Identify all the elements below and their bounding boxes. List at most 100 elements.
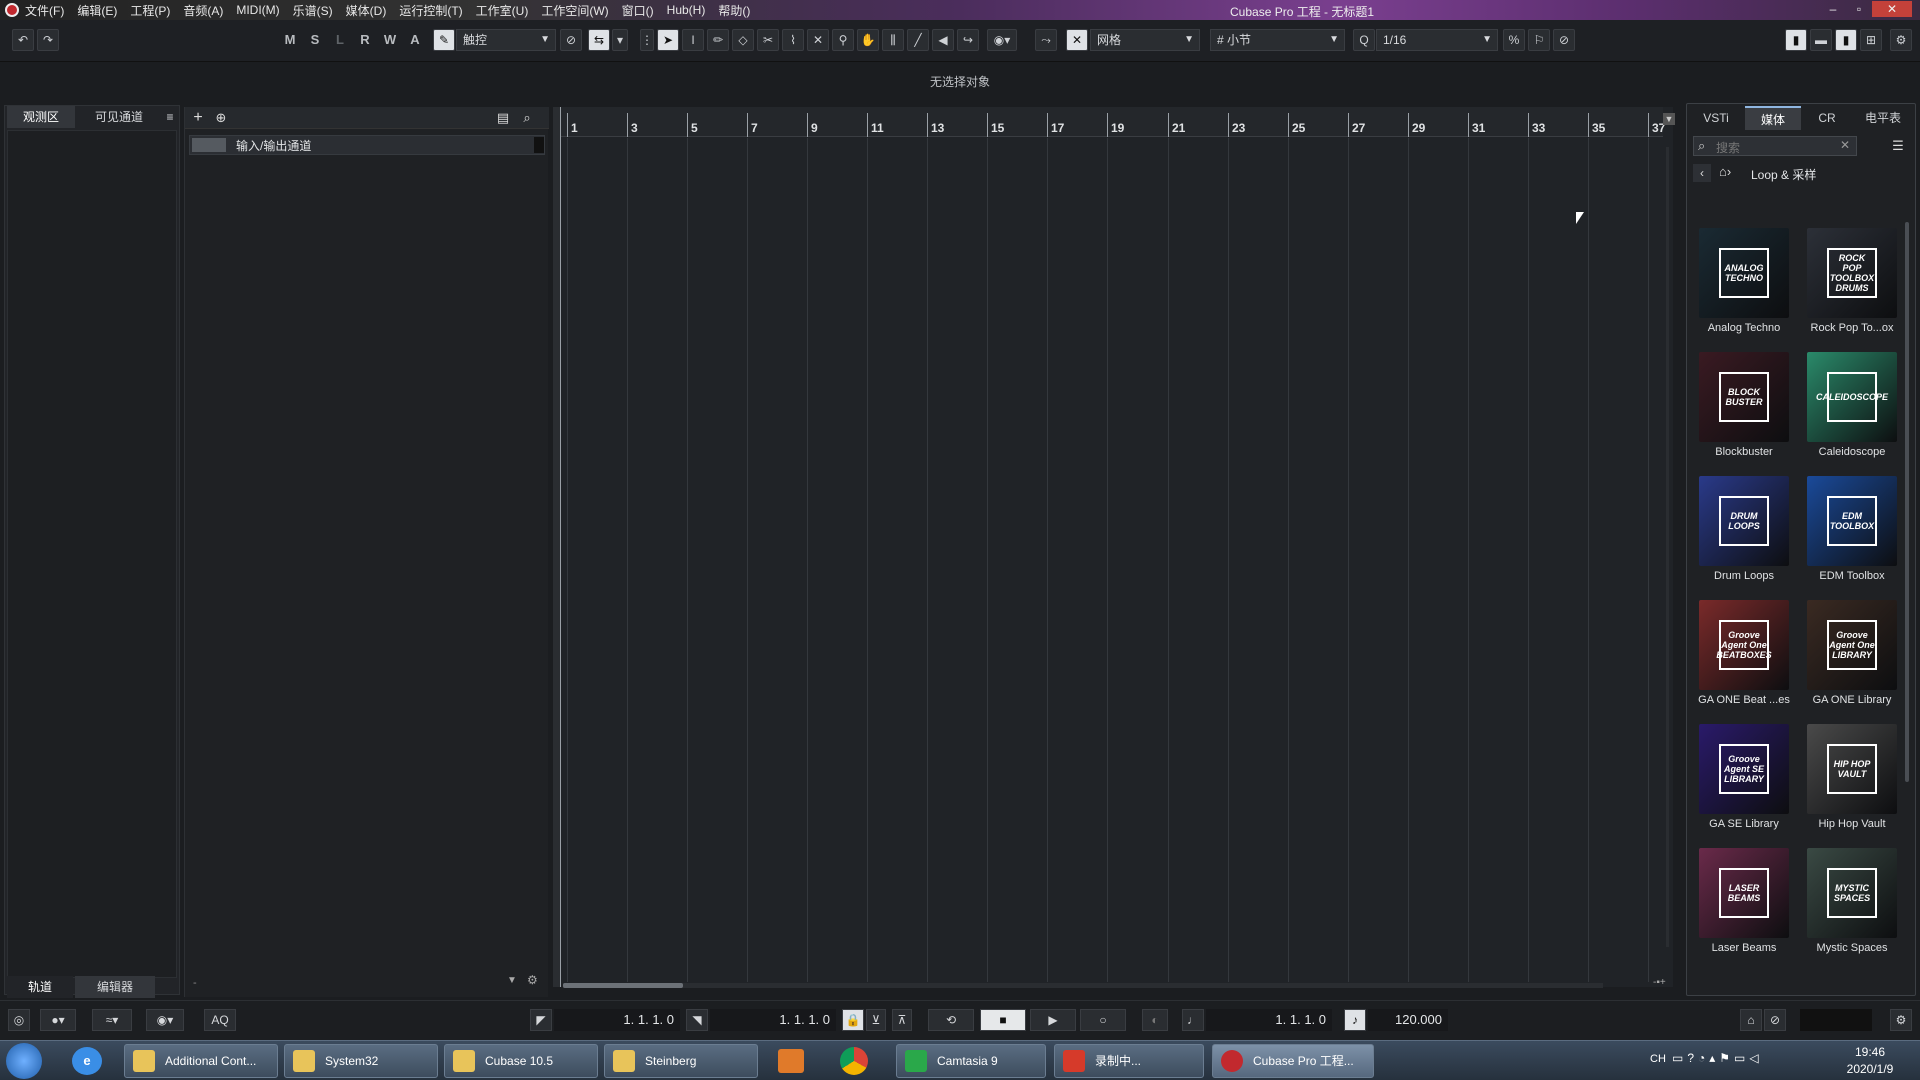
left-zone-toggle-icon[interactable]: ▮ [1785,29,1807,51]
taskbar-item-active[interactable]: Cubase Pro 工程... [1212,1044,1374,1078]
aq-button[interactable]: AQ [204,1009,236,1031]
menu-workspaces[interactable]: 工作空间(W) [541,2,608,19]
zoom-tool-icon[interactable]: ⚲ [832,29,854,51]
marker-icon[interactable]: ⚐ [1528,29,1550,51]
line-tool-icon[interactable]: ╱ [907,29,929,51]
shuffle-mode-icon[interactable]: ⤳ [1035,29,1057,51]
menu-transport[interactable]: 运行控制(T) [399,2,462,19]
tab-vsti[interactable]: VSTi [1691,106,1741,130]
position-field[interactable]: 1. 1. 1. 0 [1206,1009,1332,1031]
gear-icon[interactable]: ⚙ [527,973,538,987]
media-tile[interactable]: Groove Agent One BEATBOXES [1699,600,1789,690]
metronome-icon[interactable]: ⌂ [1740,1009,1762,1031]
sync-icon[interactable]: ⊘ [1553,29,1575,51]
tab-editor[interactable]: 编辑器 [75,976,155,998]
punch-in-icon[interactable]: ⊻ [866,1009,886,1031]
draw-tool-icon[interactable]: ✏ [707,29,729,51]
automation-mode-icon[interactable]: ✎ [433,29,455,51]
taskbar-item[interactable]: System32 [284,1044,438,1078]
automation-toggle[interactable]: A [404,29,426,51]
taskbar-item[interactable]: Cubase 10.5 [444,1044,598,1078]
internet-explorer-icon[interactable]: e [72,1047,102,1075]
left-locator-field[interactable]: 1. 1. 1. 0 [554,1009,680,1031]
media-tile[interactable]: Groove Agent SE LIBRARY [1699,724,1789,814]
media-tile[interactable]: MYSTIC SPACES [1807,848,1897,938]
menu-hub[interactable]: Hub(H) [667,3,706,17]
solo-toggle[interactable]: S [304,29,326,51]
list-view-icon[interactable]: ☰ [1887,136,1909,156]
project-cursor[interactable] [553,107,561,987]
media-tile[interactable]: ROCK POP TOOLBOX DRUMS [1807,228,1897,318]
clear-search-icon[interactable]: ✕ [1840,138,1850,152]
track-list-view-icon[interactable]: ▤ [493,109,513,127]
monitor-icon[interactable]: ◐ [1142,1009,1168,1031]
punch-out-icon[interactable]: ⊼ [892,1009,912,1031]
menu-help[interactable]: 帮助() [718,2,750,19]
grid-type-select[interactable]: # 小节 ▼ [1210,29,1345,51]
iterative-quantize-icon[interactable]: % [1503,29,1525,51]
punch-icon[interactable]: ◉▾ [146,1009,184,1031]
add-track-from-preset-icon[interactable]: ⊕ [211,109,231,127]
object-select-tool-icon[interactable]: ➤ [657,29,679,51]
media-tile[interactable]: ANALOG TECHNO [1699,228,1789,318]
range-tool-icon[interactable]: I [682,29,704,51]
search-icon[interactable]: ⌕ [517,109,537,127]
automation-mode-select[interactable]: 触控 ▼ [456,29,556,51]
chrome-icon[interactable] [840,1047,868,1075]
snap-type-select[interactable]: 网格 ▼ [1090,29,1200,51]
layout-icon[interactable]: ⊞ [1860,29,1882,51]
menu-media[interactable]: 媒体(D) [346,2,387,19]
cycle-button[interactable]: ⟲ [928,1009,974,1031]
menu-project[interactable]: 工程(P) [130,2,170,19]
mute-toggle[interactable]: M [279,29,301,51]
media-tile[interactable]: Groove Agent One LIBRARY [1807,600,1897,690]
right-locator-icon[interactable]: ◥ [686,1009,708,1031]
media-player-icon[interactable] [778,1049,804,1073]
maximize-button[interactable]: ▫ [1846,1,1872,17]
menu-midi[interactable]: MIDI(M) [236,3,279,17]
audio-warp-icon[interactable]: ≈▾ [92,1009,132,1031]
stop-button[interactable]: ■ [980,1009,1026,1031]
input-language[interactable]: CH [1650,1053,1666,1065]
play-button[interactable]: ▶ [1030,1009,1076,1031]
minimize-button[interactable]: – [1820,1,1846,17]
constrain-delay-icon[interactable]: ⇆ [588,29,610,51]
menu-score[interactable]: 乐谱(S) [293,2,333,19]
scrollbar-thumb[interactable] [563,983,683,988]
tempo-field[interactable]: 120.000 [1368,1009,1448,1031]
auto-scroll-icon[interactable]: ⊘ [560,29,582,51]
redo-icon[interactable]: ↷ [37,29,59,51]
click-icon[interactable]: ♩ [1182,1009,1204,1031]
taskbar-item[interactable]: Additional Cont... [124,1044,278,1078]
close-button[interactable]: ✕ [1872,1,1912,17]
tab-inspector[interactable]: 观测区 [7,106,75,128]
zoom-slider[interactable]: -▪+ [1653,977,1673,989]
breadcrumb[interactable]: Loop & 采样 [1751,166,1816,183]
comp-tool-icon[interactable]: ⫼ [882,29,904,51]
horizontal-scrollbar[interactable] [563,983,1603,988]
snap-toggle-icon[interactable]: ✕ [1066,29,1088,51]
media-tile[interactable]: CALEIDOSCOPE [1807,352,1897,442]
chevron-down-icon[interactable]: ▾ [612,29,628,51]
tab-visibility[interactable]: 可见通道 [79,106,159,128]
sync-icon[interactable]: ⊘ [1764,1009,1786,1031]
event-display[interactable]: 1 3 5 7 9 11 13 15 17 19 21 23 25 27 29 31 33 35 37 ▼ -▪+ [553,107,1675,989]
media-tile[interactable]: LASER BEAMS [1699,848,1789,938]
vertical-scrollbar[interactable] [1666,147,1669,947]
add-track-icon[interactable]: + [189,109,207,127]
quantize-icon[interactable]: Q [1353,29,1375,51]
record-mode-icon[interactable]: ●▾ [40,1009,76,1031]
quantize-select[interactable]: 1/16 ▼ [1376,29,1498,51]
undo-icon[interactable]: ↶ [12,29,34,51]
tab-meter[interactable]: 电平表 [1853,106,1913,130]
media-tile[interactable]: DRUM LOOPS [1699,476,1789,566]
chevron-down-icon[interactable]: ▼ [1663,113,1675,125]
record-button[interactable]: ○ [1080,1009,1126,1031]
tab-media[interactable]: 媒体 [1745,106,1801,130]
search-field[interactable]: ⌕ 搜索 ✕ [1693,136,1857,156]
write-automation-toggle[interactable]: W [379,29,401,51]
performance-icon[interactable]: ◎ [8,1009,30,1031]
ruler[interactable]: 1 3 5 7 9 11 13 15 17 19 21 23 25 27 29 31 33 35 37 [553,107,1665,137]
media-tile[interactable]: BLOCK BUSTER [1699,352,1789,442]
right-zone-toggle-icon[interactable]: ▮ [1835,29,1857,51]
